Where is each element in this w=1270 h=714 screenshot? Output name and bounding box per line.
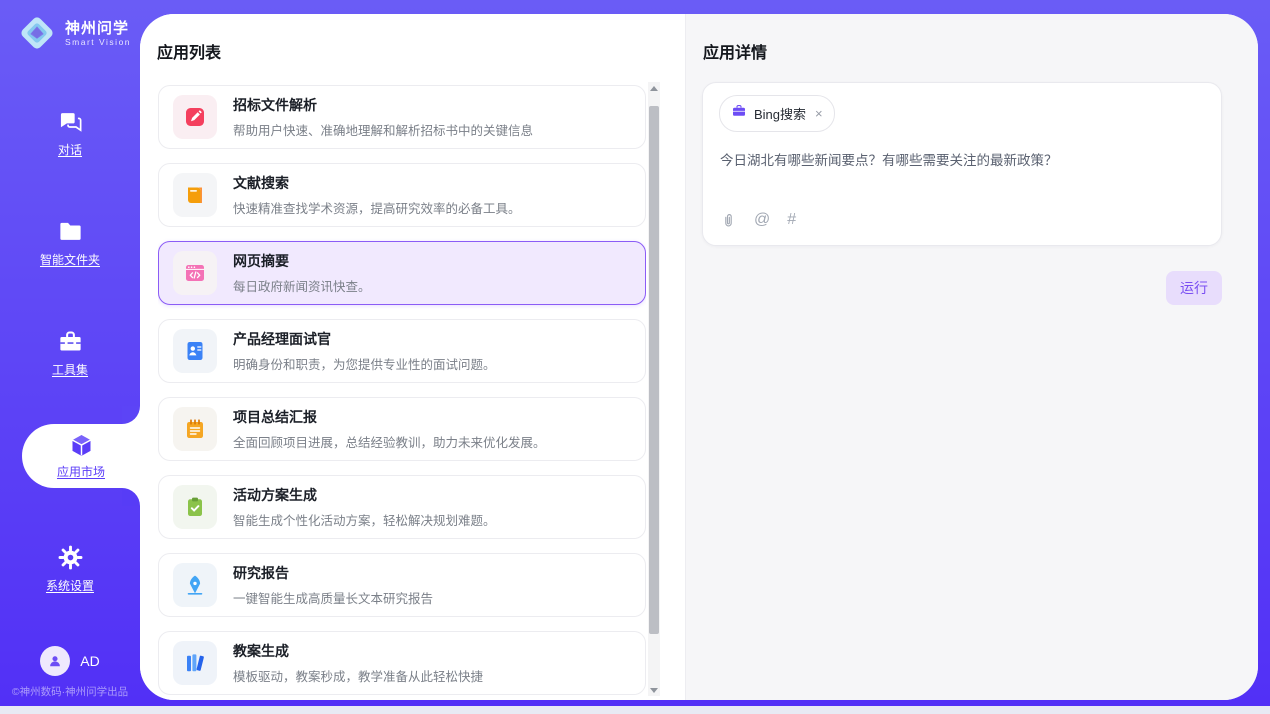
scrollbar-down-arrow[interactable] (648, 684, 660, 696)
detail-card: Bing搜索 × 今日湖北有哪些新闻要点？有哪些需要关注的最新政策？ @ # (702, 82, 1222, 246)
app-card-title: 文献搜索 (233, 173, 521, 193)
pen-square-icon (173, 95, 217, 139)
sidebar-item-app-market[interactable]: 应用市场 (22, 424, 140, 488)
app-card-desc: 全面回顾项目进展，总结经验教训，助力未来优化发展。 (233, 432, 546, 451)
scrollbar-thumb[interactable] (649, 106, 659, 634)
app-card-1[interactable]: 招标文件解析 帮助用户快速、准确地理解和解析招标书中的关键信息 (158, 85, 646, 149)
app-list-panel: 应用列表 招标文件解析 帮助用户快速、准确地理解和解析招标书中的关键信息 文献搜… (140, 14, 686, 700)
brand-subtitle: Smart Vision (65, 37, 131, 47)
app-card-7[interactable]: 研究报告 一键智能生成高质量长文本研究报告 (158, 553, 646, 617)
sidebar-item-smart-folder[interactable]: 智能文件夹 (0, 214, 140, 272)
app-card-2[interactable]: 文献搜索 快速精准查找学术资源，提高研究效率的必备工具。 (158, 163, 646, 227)
brand-name: 神州问学 (65, 20, 131, 37)
books-icon (173, 641, 217, 685)
app-card-3[interactable]: 网页摘要 每日政府新闻资讯快查。 (158, 241, 646, 305)
app-card-desc: 明确身份和职责，为您提供专业性的面试问题。 (233, 354, 496, 373)
app-card-desc: 快速精准查找学术资源，提高研究效率的必备工具。 (233, 198, 521, 217)
hash-icon[interactable]: # (787, 211, 796, 229)
user-profile[interactable]: AD (0, 646, 140, 676)
folder-icon (57, 218, 84, 245)
diamond-logo-icon (16, 12, 58, 54)
app-card-title: 活动方案生成 (233, 485, 496, 505)
webpage-code-icon (173, 251, 217, 295)
sidebar-item-chat[interactable]: 对话 (0, 104, 140, 162)
brand-logo: 神州问学 Smart Vision (16, 12, 131, 54)
interviewer-doc-icon (173, 329, 217, 373)
briefcase-icon (731, 103, 747, 124)
app-card-title: 招标文件解析 (233, 95, 533, 115)
app-card-desc: 一键智能生成高质量长文本研究报告 (233, 588, 433, 607)
app-card-4[interactable]: 产品经理面试官 明确身份和职责，为您提供专业性的面试问题。 (158, 319, 646, 383)
scrollbar-up-arrow[interactable] (648, 82, 660, 94)
run-button[interactable]: 运行 (1166, 271, 1222, 305)
sidebar-item-toolset[interactable]: 工具集 (0, 324, 140, 382)
notepad-icon (173, 407, 217, 451)
input-toolbar: @ # (720, 211, 796, 229)
app-card-title: 研究报告 (233, 563, 433, 583)
app-card-8[interactable]: 教案生成 模板驱动，教案秒成，教学准备从此轻松快捷 (158, 631, 646, 695)
sidebar: 神州问学 Smart Vision 对话 智能文件夹 工具集 应用市场 系统设置… (0, 0, 140, 706)
cube-icon (68, 432, 95, 459)
gear-icon (57, 544, 84, 571)
active-curve-bottom (122, 488, 140, 506)
chat-icon (57, 108, 84, 135)
book-icon (173, 173, 217, 217)
clipboard-check-icon (173, 485, 217, 529)
app-card-title: 项目总结汇报 (233, 407, 546, 427)
app-card-desc: 每日政府新闻资讯快查。 (233, 276, 371, 295)
bottom-strip (0, 706, 1270, 714)
app-list: 招标文件解析 帮助用户快速、准确地理解和解析招标书中的关键信息 文献搜索 快速精… (158, 85, 646, 700)
app-card-title: 网页摘要 (233, 251, 371, 271)
app-list-title: 应用列表 (157, 39, 221, 63)
app-card-5[interactable]: 项目总结汇报 全面回顾项目进展，总结经验教训，助力未来优化发展。 (158, 397, 646, 461)
active-curve-top (122, 406, 140, 424)
app-card-desc: 智能生成个性化活动方案，轻松解决规划难题。 (233, 510, 496, 529)
app-card-title: 教案生成 (233, 641, 483, 661)
user-avatar-icon (40, 646, 70, 676)
at-icon[interactable]: @ (754, 211, 770, 229)
tool-chip-label: Bing搜索 (754, 104, 806, 123)
main-content: 应用列表 招标文件解析 帮助用户快速、准确地理解和解析招标书中的关键信息 文献搜… (140, 14, 1258, 700)
app-card-desc: 帮助用户快速、准确地理解和解析招标书中的关键信息 (233, 120, 533, 139)
paperclip-icon[interactable] (720, 212, 737, 229)
user-initials: AD (80, 653, 99, 669)
tool-chip-bing-search[interactable]: Bing搜索 × (719, 95, 835, 132)
app-detail-title: 应用详情 (703, 39, 767, 63)
query-text[interactable]: 今日湖北有哪些新闻要点？有哪些需要关注的最新政策？ (720, 151, 1200, 171)
close-icon[interactable]: × (815, 106, 823, 121)
toolbox-icon (57, 328, 84, 355)
scrollbar[interactable] (648, 82, 660, 696)
app-detail-panel: 应用详情 Bing搜索 × 今日湖北有哪些新闻要点？有哪些需要关注的最新政策？ … (686, 14, 1258, 700)
sidebar-footer: ©神州数码·神州问学出品 (0, 684, 140, 699)
pen-nib-icon (173, 563, 217, 607)
app-card-6[interactable]: 活动方案生成 智能生成个性化活动方案，轻松解决规划难题。 (158, 475, 646, 539)
sidebar-item-settings[interactable]: 系统设置 (0, 540, 140, 598)
app-card-title: 产品经理面试官 (233, 329, 496, 349)
app-card-desc: 模板驱动，教案秒成，教学准备从此轻松快捷 (233, 666, 483, 685)
